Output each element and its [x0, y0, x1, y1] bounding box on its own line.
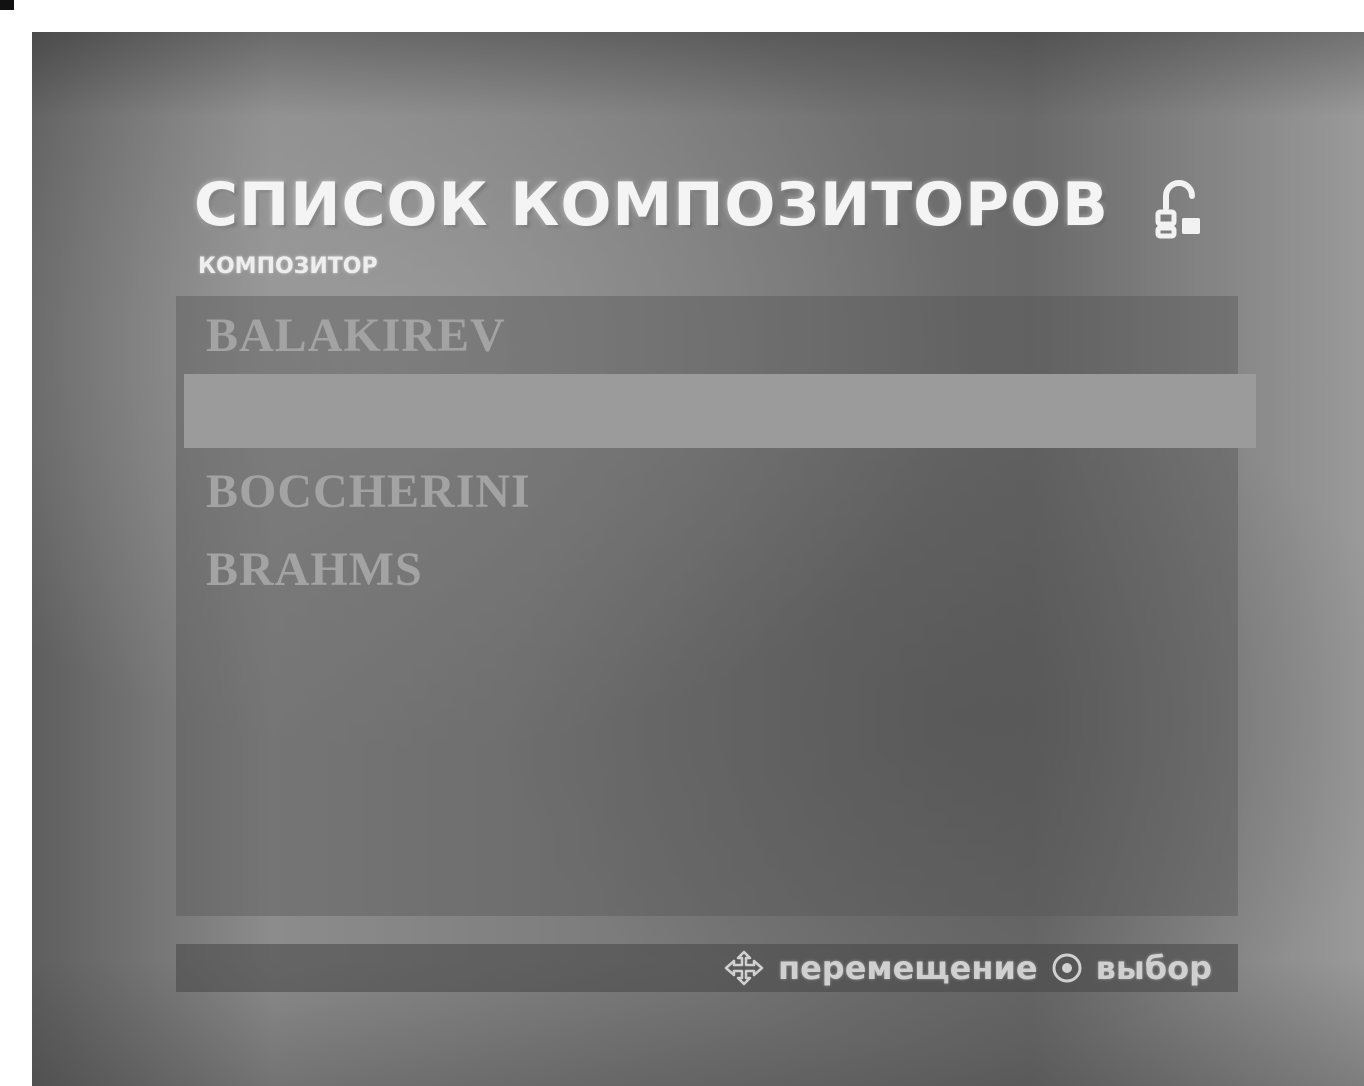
- directional-arrows-icon: [722, 950, 766, 986]
- page-subtitle: КОМПОЗИТОР: [198, 254, 378, 279]
- help-bar: перемещение выбор: [176, 944, 1238, 992]
- page-title: СПИСОК КОМПОЗИТОРОВ: [194, 170, 1109, 240]
- disc-lock-icon: [1155, 180, 1200, 239]
- help-bar-content: перемещение выбор: [722, 944, 1212, 992]
- composer-item-boccherini[interactable]: BOCCHERINI: [206, 462, 531, 522]
- select-hint-label: выбор: [1095, 949, 1212, 987]
- composer-item-balakirev[interactable]: BALAKIREV: [206, 306, 506, 366]
- page-corner-mark: [0, 0, 14, 10]
- list-selection-highlight[interactable]: [184, 374, 1256, 448]
- composer-item-brahms[interactable]: BRAHMS: [206, 540, 423, 600]
- enter-button-icon: [1050, 951, 1084, 985]
- tv-screen: СПИСОК КОМПОЗИТОРОВ КОМПОЗИТОР BALAKIREV…: [32, 32, 1364, 1086]
- move-hint-label: перемещение: [777, 949, 1038, 987]
